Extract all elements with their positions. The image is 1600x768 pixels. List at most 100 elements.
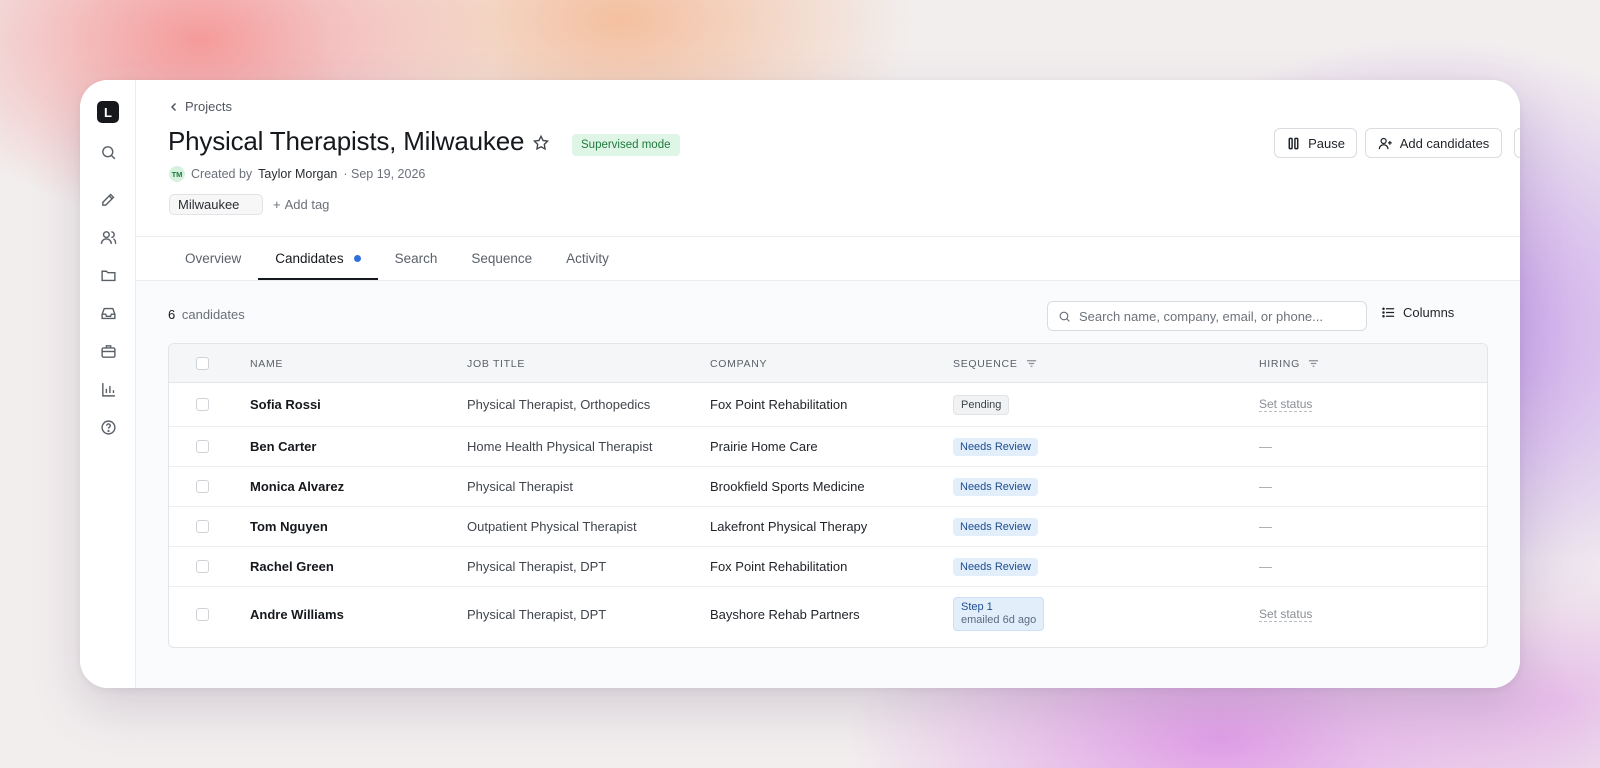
app-window: L Projects Physical Therapists, Milwauke… bbox=[80, 80, 1520, 688]
more-options-button[interactable]: ··· bbox=[1514, 128, 1520, 158]
candidate-name[interactable]: Andre Williams bbox=[250, 587, 344, 641]
tab-overview[interactable]: Overview bbox=[168, 236, 258, 280]
plus-icon: + bbox=[273, 197, 281, 212]
inbox-icon[interactable] bbox=[98, 303, 118, 323]
header-hiring-label: HIRING bbox=[1259, 357, 1300, 370]
tab-candidates[interactable]: Candidates bbox=[258, 236, 378, 280]
chevron-left-icon bbox=[170, 102, 177, 111]
search-icon bbox=[1059, 311, 1070, 322]
row-checkbox[interactable] bbox=[196, 607, 209, 621]
header-name[interactable]: NAME bbox=[250, 344, 283, 383]
table-row[interactable]: Rachel Green Physical Therapist, DPT Fox… bbox=[169, 547, 1487, 587]
table-row[interactable]: Tom Nguyen Outpatient Physical Therapist… bbox=[169, 507, 1487, 547]
edit-icon[interactable] bbox=[98, 189, 118, 209]
tab-label: Overview bbox=[185, 250, 242, 266]
columns-button[interactable]: Columns bbox=[1381, 305, 1454, 320]
candidates-table: NAME JOB TITLE COMPANY SEQUENCE HIRING S… bbox=[168, 343, 1488, 648]
header-sequence-label: SEQUENCE bbox=[953, 357, 1018, 370]
breadcrumb-projects[interactable]: Projects bbox=[185, 99, 232, 114]
company: Lakefront Physical Therapy bbox=[710, 519, 868, 534]
add-candidates-button[interactable]: Add candidates bbox=[1365, 128, 1502, 158]
folder-icon[interactable] bbox=[98, 265, 118, 285]
sequence-badge: Needs Review bbox=[953, 517, 1038, 536]
sequence-badge: Pending bbox=[953, 394, 1010, 415]
table-row[interactable]: Andre Williams Physical Therapist, DPT B… bbox=[169, 587, 1487, 641]
candidate-count: 6 candidates bbox=[168, 307, 245, 322]
sequence-badge: Needs Review bbox=[953, 557, 1038, 576]
tab-search[interactable]: Search bbox=[378, 236, 455, 280]
row-checkbox[interactable] bbox=[196, 480, 209, 493]
tab-label: Candidates bbox=[275, 250, 344, 266]
table-row[interactable]: Ben Carter Home Health Physical Therapis… bbox=[169, 427, 1487, 467]
candidate-name[interactable]: Monica Alvarez bbox=[250, 467, 344, 506]
filter-icon[interactable] bbox=[1026, 358, 1037, 369]
filter-icon[interactable] bbox=[1308, 358, 1319, 369]
tab-label: Activity bbox=[566, 250, 609, 266]
search-input[interactable] bbox=[1079, 308, 1349, 324]
notification-dot bbox=[353, 254, 361, 262]
company: Bayshore Rehab Partners bbox=[710, 606, 860, 622]
table-header: NAME JOB TITLE COMPANY SEQUENCE HIRING bbox=[169, 344, 1487, 383]
app-logo[interactable]: L bbox=[97, 101, 119, 123]
mode-badge: Supervised mode bbox=[572, 134, 680, 156]
job-title: Physical Therapist, DPT bbox=[467, 559, 607, 574]
created-by-label: Created by bbox=[191, 167, 253, 181]
tab-sequence[interactable]: Sequence bbox=[454, 236, 549, 280]
help-icon[interactable] bbox=[98, 417, 118, 437]
hiring-status: — bbox=[1259, 559, 1272, 574]
page-title: Physical Therapists, Milwaukee bbox=[168, 126, 525, 156]
job-title: Home Health Physical Therapist bbox=[467, 439, 653, 454]
hiring-status: — bbox=[1259, 519, 1272, 534]
sequence-step-detail: emailed 6d ago bbox=[961, 614, 1037, 626]
header-job-title[interactable]: JOB TITLE bbox=[467, 344, 525, 383]
header-company[interactable]: COMPANY bbox=[710, 344, 767, 383]
header-sequence[interactable]: SEQUENCE bbox=[953, 344, 1037, 383]
table-row[interactable]: Sofia Rossi Physical Therapist, Orthoped… bbox=[169, 383, 1487, 427]
set-status-link[interactable]: Set status bbox=[1259, 607, 1313, 622]
briefcase-icon[interactable] bbox=[98, 341, 118, 361]
users-icon[interactable] bbox=[98, 227, 118, 247]
created-date: · Sep 19, 2026 bbox=[343, 167, 426, 181]
candidate-name[interactable]: Sofia Rossi bbox=[250, 383, 321, 426]
tab-label: Search bbox=[394, 250, 438, 266]
job-title: Physical Therapist, Orthopedics bbox=[467, 397, 651, 412]
candidates-panel: 6 candidates Columns NAME JOB TITLE COMP… bbox=[136, 280, 1520, 688]
sidebar: L bbox=[80, 80, 136, 688]
avatar: TM bbox=[169, 166, 185, 182]
company: Fox Point Rehabilitation bbox=[710, 559, 848, 574]
count-label: candidates bbox=[181, 307, 245, 322]
candidate-name[interactable]: Tom Nguyen bbox=[250, 507, 328, 546]
select-all-checkbox[interactable] bbox=[196, 357, 209, 370]
add-tag-button[interactable]: + Add tag bbox=[273, 197, 329, 212]
candidate-name[interactable]: Ben Carter bbox=[250, 427, 316, 466]
search-icon[interactable] bbox=[98, 142, 118, 162]
breadcrumb[interactable]: Projects bbox=[169, 99, 232, 114]
job-title: Physical Therapist, DPT bbox=[467, 606, 607, 622]
pause-button[interactable]: Pause bbox=[1274, 128, 1357, 158]
company: Brookfield Sports Medicine bbox=[710, 479, 865, 494]
tab-activity[interactable]: Activity bbox=[549, 236, 626, 280]
hiring-status: — bbox=[1259, 479, 1272, 494]
row-checkbox[interactable] bbox=[196, 520, 209, 533]
tab-bar: Overview Candidates Search Sequence Acti… bbox=[168, 236, 626, 280]
sequence-badge: Needs Review bbox=[953, 437, 1038, 456]
header-hiring[interactable]: HIRING bbox=[1259, 344, 1319, 383]
list-icon bbox=[1382, 307, 1395, 318]
select-all-cell bbox=[196, 344, 209, 383]
row-checkbox[interactable] bbox=[196, 560, 209, 573]
creator-name[interactable]: Taylor Morgan bbox=[258, 167, 337, 181]
chart-icon[interactable] bbox=[98, 379, 118, 399]
add-candidates-label: Add candidates bbox=[1399, 135, 1490, 151]
add-user-icon bbox=[1378, 137, 1392, 149]
search-box[interactable] bbox=[1047, 301, 1367, 331]
pause-icon bbox=[1288, 137, 1299, 149]
row-checkbox[interactable] bbox=[196, 398, 209, 411]
tag-milwaukee[interactable]: Milwaukee bbox=[169, 194, 263, 215]
set-status-link[interactable]: Set status bbox=[1259, 397, 1313, 412]
sequence-badge: Needs Review bbox=[953, 477, 1038, 496]
columns-label: Columns bbox=[1403, 305, 1455, 320]
row-checkbox[interactable] bbox=[196, 440, 209, 453]
star-icon[interactable] bbox=[532, 134, 550, 152]
table-row[interactable]: Monica Alvarez Physical Therapist Brookf… bbox=[169, 467, 1487, 507]
candidate-name[interactable]: Rachel Green bbox=[250, 547, 334, 586]
